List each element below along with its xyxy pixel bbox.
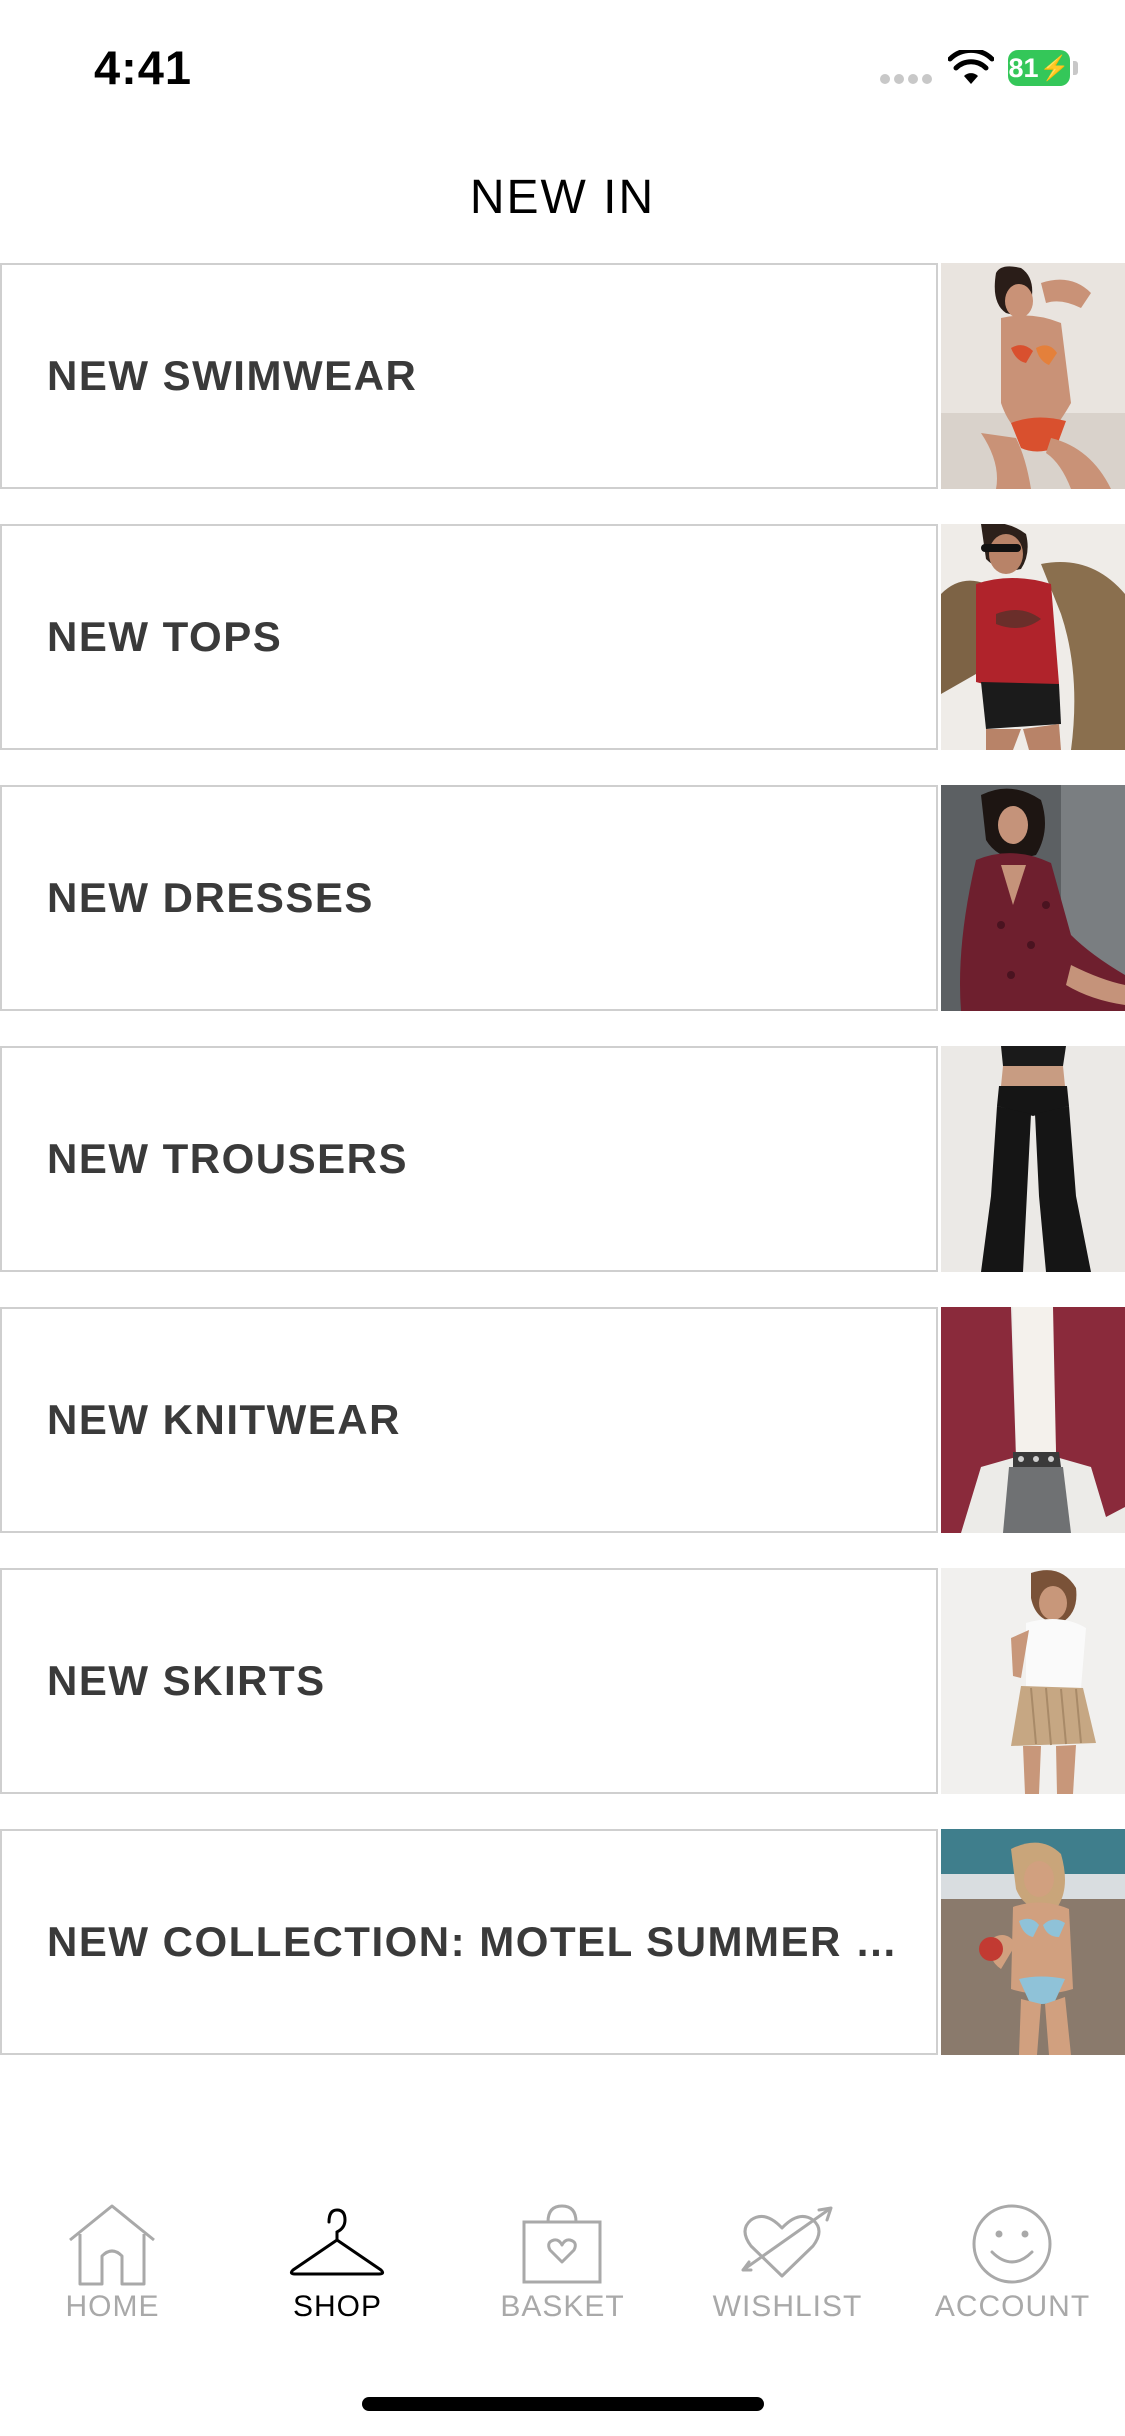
home-indicator[interactable] [362,2397,764,2411]
category-button[interactable]: NEW TROUSERS [0,1046,938,1272]
category-label: NEW DRESSES [47,874,374,921]
tab-label: ACCOUNT [934,2290,1091,2323]
category-label: NEW KNITWEAR [47,1396,401,1443]
hanger-icon [289,2208,385,2276]
category-row-swimwear[interactable]: NEW SWIMWEAR [0,263,1125,489]
tab-label: SHOP [292,2290,383,2323]
category-label: NEW COLLECTION: MOTEL SUMMER D... [47,1918,917,1965]
tab-label: HOME [65,2290,160,2323]
page-title: NEW IN [469,171,656,224]
cellular-signal-icon [880,74,932,84]
category-thumbnail[interactable] [941,1568,1125,1794]
category-row-knitwear[interactable]: NEW KNITWEAR [0,1307,1125,1533]
category-label: NEW TOPS [47,613,283,660]
category-label: NEW SWIMWEAR [47,352,418,399]
category-thumbnail[interactable] [941,524,1125,750]
smiley-icon [972,2204,1052,2284]
category-button[interactable]: NEW TOPS [0,524,938,750]
category-button[interactable]: NEW DRESSES [0,785,938,1011]
category-label: NEW SKIRTS [47,1657,326,1704]
category-label: NEW TROUSERS [47,1135,409,1182]
category-row-collection[interactable]: NEW COLLECTION: MOTEL SUMMER D... [0,1829,1125,2055]
tab-wishlist[interactable]: WISHLIST [675,2190,900,2340]
category-thumbnail[interactable] [941,263,1125,489]
tab-label: BASKET [500,2290,625,2323]
category-thumbnail[interactable] [941,785,1125,1011]
tab-basket[interactable]: BASKET [450,2190,675,2340]
category-thumbnail[interactable] [941,1307,1125,1533]
charging-bolt-icon: ⚡ [1039,54,1070,82]
category-row-dresses[interactable]: NEW DRESSES [0,785,1125,1011]
category-row-trousers[interactable]: NEW TROUSERS [0,1046,1125,1272]
category-row-tops[interactable]: NEW TOPS [0,524,1125,750]
category-row-skirts[interactable]: NEW SKIRTS [0,1568,1125,1794]
category-thumbnail[interactable] [941,1046,1125,1272]
category-button[interactable]: NEW KNITWEAR [0,1307,938,1533]
home-icon [69,2204,155,2286]
battery-cap [1073,61,1078,75]
battery-level: 81 [1008,52,1039,83]
category-button[interactable]: NEW COLLECTION: MOTEL SUMMER D... [0,1829,938,2055]
wifi-icon [948,50,994,84]
tab-bar: HOME SHOP BASKET WISHLIST ACCOUNT [0,2190,1125,2340]
status-time: 4:41 [94,41,193,94]
category-thumbnail[interactable] [941,1829,1125,2055]
tab-shop[interactable]: SHOP [225,2190,450,2340]
tab-home[interactable]: HOME [0,2190,225,2340]
heart-arrow-icon [741,2206,833,2278]
battery-indicator: 81 ⚡ [1008,50,1070,86]
tab-label: WISHLIST [712,2290,863,2323]
basket-icon [522,2204,602,2284]
status-bar: 4:41 81 ⚡ [0,0,1125,135]
category-button[interactable]: NEW SKIRTS [0,1568,938,1794]
tab-account[interactable]: ACCOUNT [900,2190,1125,2340]
category-button[interactable]: NEW SWIMWEAR [0,263,938,489]
